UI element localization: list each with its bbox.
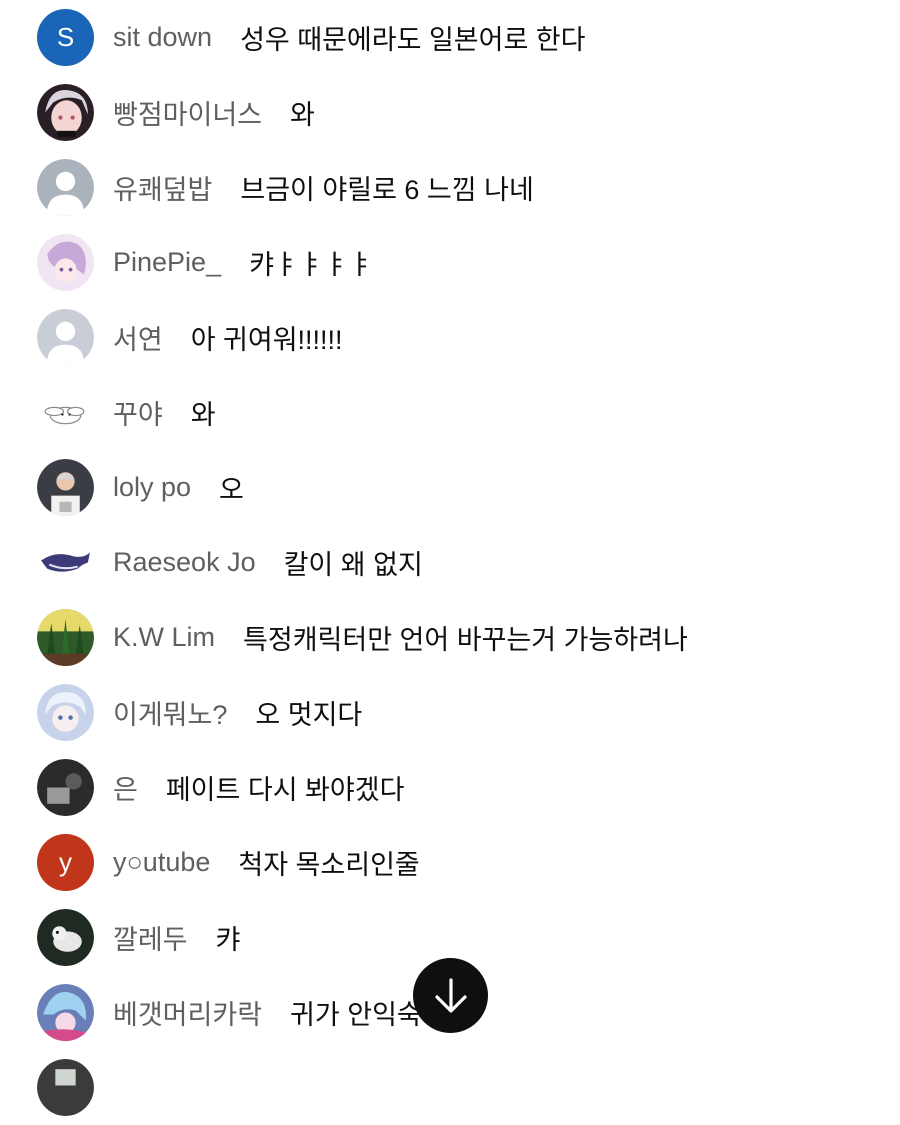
message-content: 유쾌덮밥 브금이 야릴로 6 느낌 나네: [113, 150, 880, 225]
chat-message[interactable]: 은 페이트 다시 봐야겠다: [0, 750, 900, 825]
message-text: 와: [190, 400, 216, 430]
message-text: 특정캐릭터만 언어 바꾸는거 가능하려나: [243, 625, 688, 655]
message-content: Raeseok Jo 칼이 왜 없지: [113, 525, 880, 600]
chat-message[interactable]: Ssit down 성우 때문에라도 일본어로 한다: [0, 0, 900, 75]
message-text: 브금이 야릴로 6 느낌 나네: [240, 175, 534, 205]
profile-picture: [37, 909, 94, 966]
chat-message[interactable]: Raeseok Jo 칼이 왜 없지: [0, 525, 900, 600]
message-text: 페이트 다시 봐야겠다: [165, 775, 405, 805]
message-content: K.W Lim 특정캐릭터만 언어 바꾸는거 가능하려나: [113, 600, 880, 675]
avatar[interactable]: [37, 759, 94, 816]
chat-message[interactable]: 유쾌덮밥 브금이 야릴로 6 느낌 나네: [0, 150, 900, 225]
message-text: 칼이 왜 없지: [283, 550, 423, 580]
avatar[interactable]: [37, 984, 94, 1041]
message-content: 이게뭐노? 오 멋지다: [113, 675, 880, 750]
avatar[interactable]: [37, 609, 94, 666]
author-name[interactable]: 꾸야: [113, 393, 163, 432]
avatar[interactable]: [37, 84, 94, 141]
message-text: 오: [219, 475, 244, 505]
profile-picture: [41, 552, 90, 572]
chat-message-list: Ssit down 성우 때문에라도 일본어로 한다 빵점마이너스 와 유쾌덮밥 브금이 …: [0, 0, 900, 1116]
chat-message[interactable]: 이게뭐노? 오 멋지다: [0, 675, 900, 750]
author-name[interactable]: Raeseok Jo: [113, 547, 256, 578]
author-name[interactable]: y○utube: [113, 847, 210, 878]
message-content: 서연 아 귀여워!!!!!!: [113, 300, 880, 375]
author-name[interactable]: loly po: [113, 472, 191, 503]
author-name[interactable]: 이게뭐노?: [113, 693, 227, 732]
message-content: 빵점마이너스 와: [113, 75, 880, 150]
chat-message[interactable]: 빵점마이너스 와: [0, 75, 900, 150]
author-name[interactable]: PinePie_: [113, 247, 221, 278]
default-avatar[interactable]: [37, 159, 94, 216]
avatar[interactable]: [37, 1059, 94, 1116]
message-text: 성우 때문에라도 일본어로 한다: [240, 25, 586, 55]
avatar[interactable]: [37, 909, 94, 966]
avatar-initial: y: [59, 847, 72, 877]
message-content: 은 페이트 다시 봐야겠다: [113, 750, 880, 825]
chat-message[interactable]: 서연 아 귀여워!!!!!!: [0, 300, 900, 375]
message-text: 아 귀여워!!!!!!: [190, 325, 343, 355]
message-text: 척자 목소리인줄: [238, 850, 420, 880]
author-name[interactable]: 깔레두: [113, 918, 188, 957]
author-name[interactable]: 은: [113, 768, 138, 807]
message-content: 꾸야 와: [113, 375, 880, 450]
avatar-letter[interactable]: S: [37, 9, 94, 66]
profile-picture: [37, 459, 94, 516]
author-name[interactable]: 빵점마이너스: [113, 93, 262, 132]
profile-picture: [44, 406, 85, 425]
message-content: y○utube 척자 목소리인줄: [113, 825, 880, 900]
profile-picture: [37, 609, 94, 666]
chat-message[interactable]: [0, 1050, 900, 1125]
chat-message[interactable]: K.W Lim 특정캐릭터만 언어 바꾸는거 가능하려나: [0, 600, 900, 675]
chat-message[interactable]: PinePie_ 캬ㅑㅑㅑㅑ: [0, 225, 900, 300]
author-name[interactable]: K.W Lim: [113, 622, 215, 653]
message-text: 캬: [215, 925, 241, 955]
avatar[interactable]: [37, 459, 94, 516]
chat-message[interactable]: loly po 오: [0, 450, 900, 525]
message-content: [113, 1050, 880, 1125]
avatar[interactable]: [37, 534, 94, 591]
profile-picture: [37, 984, 94, 1041]
avatar-letter[interactable]: y: [37, 834, 94, 891]
default-avatar[interactable]: [37, 309, 94, 366]
message-text: 오 멋지다: [255, 700, 363, 730]
arrow-down-icon: [434, 977, 467, 1013]
chat-message[interactable]: y y○utube 척자 목소리인줄: [0, 825, 900, 900]
avatar[interactable]: [37, 384, 94, 441]
avatar[interactable]: [37, 234, 94, 291]
chat-message[interactable]: 꾸야 와: [0, 375, 900, 450]
message-content: loly po 오: [113, 450, 880, 525]
message-text: 캬ㅑㅑㅑㅑ: [249, 250, 374, 280]
message-content: sit down 성우 때문에라도 일본어로 한다: [113, 0, 880, 75]
profile-picture: [37, 684, 94, 741]
message-content: PinePie_ 캬ㅑㅑㅑㅑ: [113, 225, 880, 300]
scroll-down-button[interactable]: [413, 958, 488, 1033]
author-name[interactable]: 서연: [113, 318, 163, 357]
profile-picture: [37, 1059, 94, 1116]
avatar-initial: S: [56, 22, 75, 52]
profile-picture: [37, 84, 94, 141]
author-name[interactable]: sit down: [113, 22, 212, 53]
message-content: 깔레두 캬: [113, 900, 880, 975]
avatar[interactable]: [37, 684, 94, 741]
message-content: 베갯머리카락 귀가 안익숙해;;;: [113, 975, 880, 1050]
person-icon: [37, 159, 94, 216]
author-name[interactable]: 베갯머리카락: [113, 993, 262, 1032]
author-name[interactable]: 유쾌덮밥: [113, 168, 212, 207]
person-icon: [37, 309, 94, 366]
profile-picture: [37, 234, 94, 291]
profile-picture: [37, 759, 94, 816]
message-text: 와: [290, 100, 315, 130]
